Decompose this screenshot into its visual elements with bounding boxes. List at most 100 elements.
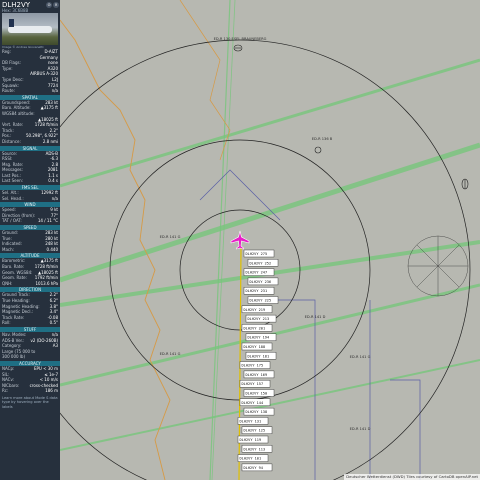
track-label[interactable]: DLH2VY 94 <box>241 463 273 472</box>
track-label-text: DLH2VY 144 <box>242 401 264 405</box>
detail-label: 300 000 lb) <box>2 354 26 360</box>
track-label-text: DLH2VY 225 <box>250 299 272 303</box>
track-label-text: DLH2VY 94 <box>244 466 263 470</box>
airspace-label: ED-R 141 D <box>350 427 371 431</box>
track-label[interactable]: DLH2VY 125 <box>241 426 273 434</box>
track-label-text: DLH2VY 213 <box>248 317 270 321</box>
track-label-text: DLH2VY 247 <box>246 271 268 275</box>
close-icon[interactable]: × <box>53 2 59 8</box>
detail-value: 1013.6 hPa <box>35 280 59 286</box>
track-label-text: DLH2VY 194 <box>248 336 270 340</box>
track-label-text: DLH2VY 138 <box>246 410 268 414</box>
detail-sections: SPATIAL Groundspeed: 283 kt Baro. Altitude:… <box>0 94 60 394</box>
track-label[interactable]: DLH2VY 275 <box>243 249 275 258</box>
track-label-text: DLH2VY 181 <box>248 354 270 358</box>
detail-row: TAT / OAT: 14 / 11 °C <box>0 218 60 224</box>
track-label[interactable]: DLH2VY 144 <box>239 398 271 406</box>
detail-row: Sel. Head.: n/a <box>0 196 60 202</box>
detail-row: 300 000 lb) <box>0 354 60 360</box>
track-label[interactable]: DLH2VY 231 <box>243 287 275 295</box>
track-label-text: DLH2VY 125 <box>244 429 266 433</box>
track-label[interactable]: DLH2VY 213 <box>245 314 277 323</box>
track-label[interactable]: DLH2VY 201 <box>241 324 273 332</box>
track-label[interactable]: DLH2VY 252 <box>247 259 279 267</box>
airspace-label: ED-R 141 D <box>305 315 326 319</box>
info-rows: Reg: D-AIZT Germany DB Flags: none Type: A320 A… <box>0 49 60 94</box>
footer-note: Learn more about Mode S data type by hov… <box>2 395 58 409</box>
panel-header: DLH2VY Hex: 3C6B8B ⊙ × <box>0 0 60 13</box>
track-label[interactable]: DLH2VY 113 <box>241 445 273 453</box>
detail-value: A3 <box>52 343 58 349</box>
track-label[interactable]: DLH2VY 181 <box>245 352 277 360</box>
detail-label: Sel. Head.: <box>2 195 24 201</box>
track-label[interactable]: DLH2VY 225 <box>247 296 279 304</box>
detail-row: Last Seen: 0.4 s <box>0 178 60 184</box>
airway-line <box>209 0 231 480</box>
detail-value: n/a <box>51 195 58 201</box>
track-label-text: DLH2VY 150 <box>246 392 268 396</box>
plane-tail <box>9 19 14 27</box>
detail-label: Mach: <box>2 246 14 252</box>
info-label: Type: <box>2 65 13 71</box>
track-label-text: DLH2VY 236 <box>250 280 272 284</box>
airspace-label: ED-R 136 B <box>312 137 333 141</box>
info-label: Reg: <box>2 49 11 54</box>
detail-row: Roll: 0.5° <box>0 320 60 326</box>
track-label-text: DLH2VY 119 <box>240 438 262 442</box>
pin-icon[interactable]: ⊙ <box>46 2 52 8</box>
compass-rose <box>407 235 469 297</box>
detail-value: 14 / 11 °C <box>37 218 58 224</box>
track-label-text: DLH2VY 169 <box>246 373 268 377</box>
airway-line <box>211 0 236 480</box>
airspace-label: ED-R 141 G <box>350 355 371 359</box>
detail-label: QNH: <box>2 280 13 286</box>
track-label[interactable]: DLH2VY 101 <box>237 454 269 462</box>
detail-value: 0.5° <box>49 320 58 326</box>
detail-value: 0.440 <box>46 246 58 252</box>
track-label[interactable]: DLH2VY 131 <box>237 417 269 425</box>
detail-value: 186 m <box>45 388 58 394</box>
detail-row: QNH: 1013.6 hPa <box>0 281 60 287</box>
track-label[interactable]: DLH2VY 119 <box>237 435 269 444</box>
detail-value: 0.4 s <box>48 178 58 184</box>
detail-label: Distance: <box>2 138 21 144</box>
airspace-label: ED-R 141 G <box>160 352 181 356</box>
track-label-text: DLH2VY 101 <box>240 457 262 461</box>
track-label-text: DLH2VY 219 <box>244 308 266 312</box>
info-value: n/a <box>51 88 58 94</box>
aircraft-photo[interactable] <box>2 13 58 45</box>
airspace-label: ED-R 130 ESEL BRAUNEBERG <box>214 37 267 41</box>
track-label[interactable]: DLH2VY 169 <box>243 370 275 379</box>
track-label-text: DLH2VY 231 <box>246 289 268 293</box>
aircraft-info-panel: DLH2VY Hex: 3C6B8B ⊙ × Image © Andrea Gi… <box>0 0 60 480</box>
track-label[interactable]: DLH2VY 236 <box>247 277 279 286</box>
detail-row: Mach: 0.440 <box>0 247 60 253</box>
track-label[interactable]: DLH2VY 150 <box>243 389 275 397</box>
track-label[interactable]: DLH2VY 194 <box>245 333 277 341</box>
track-label[interactable]: DLH2VY 175 <box>239 361 271 369</box>
detail-row: Distance: 2.8 nmi <box>0 139 60 145</box>
track-label[interactable]: DLH2VY 219 <box>241 305 273 313</box>
airspace-label: ED-R 141 G <box>160 235 181 239</box>
track-label[interactable]: DLH2VY 157 <box>239 380 271 388</box>
track-label-text: DLH2VY 175 <box>242 364 264 368</box>
detail-value: ▲3175 ft <box>40 105 58 111</box>
detail-label: Rc: <box>2 388 9 394</box>
track-label-text: DLH2VY 188 <box>244 345 266 349</box>
detail-label: WGS84 altitude: <box>2 110 35 116</box>
detail-label: Roll: <box>2 320 11 326</box>
info-label: Route: <box>2 88 15 94</box>
map-canvas[interactable]: ED-R 130 ESEL BRAUNEBERG ED-R 136 B ED-R 1… <box>60 0 480 480</box>
navaid-symbols <box>233 44 469 190</box>
track-label[interactable]: DLH2VY 138 <box>243 407 275 416</box>
aircraft-icon[interactable] <box>230 230 250 250</box>
track-label-text: DLH2VY 113 <box>244 447 266 451</box>
track-label[interactable]: DLH2VY 188 <box>241 342 273 351</box>
plane-shape <box>8 26 52 33</box>
map-attribution[interactable]: Deutscher Wetterdienst (DWD) Tiles court… <box>344 474 480 480</box>
track-label-text: DLH2VY 157 <box>242 382 264 386</box>
map-view[interactable]: ED-R 130 ESEL BRAUNEBERG ED-R 136 B ED-R 1… <box>60 0 480 480</box>
track-label-text: DLH2VY 201 <box>244 326 266 330</box>
track-label[interactable]: DLH2VY 247 <box>243 268 275 276</box>
info-row: Route: n/a <box>0 88 60 94</box>
